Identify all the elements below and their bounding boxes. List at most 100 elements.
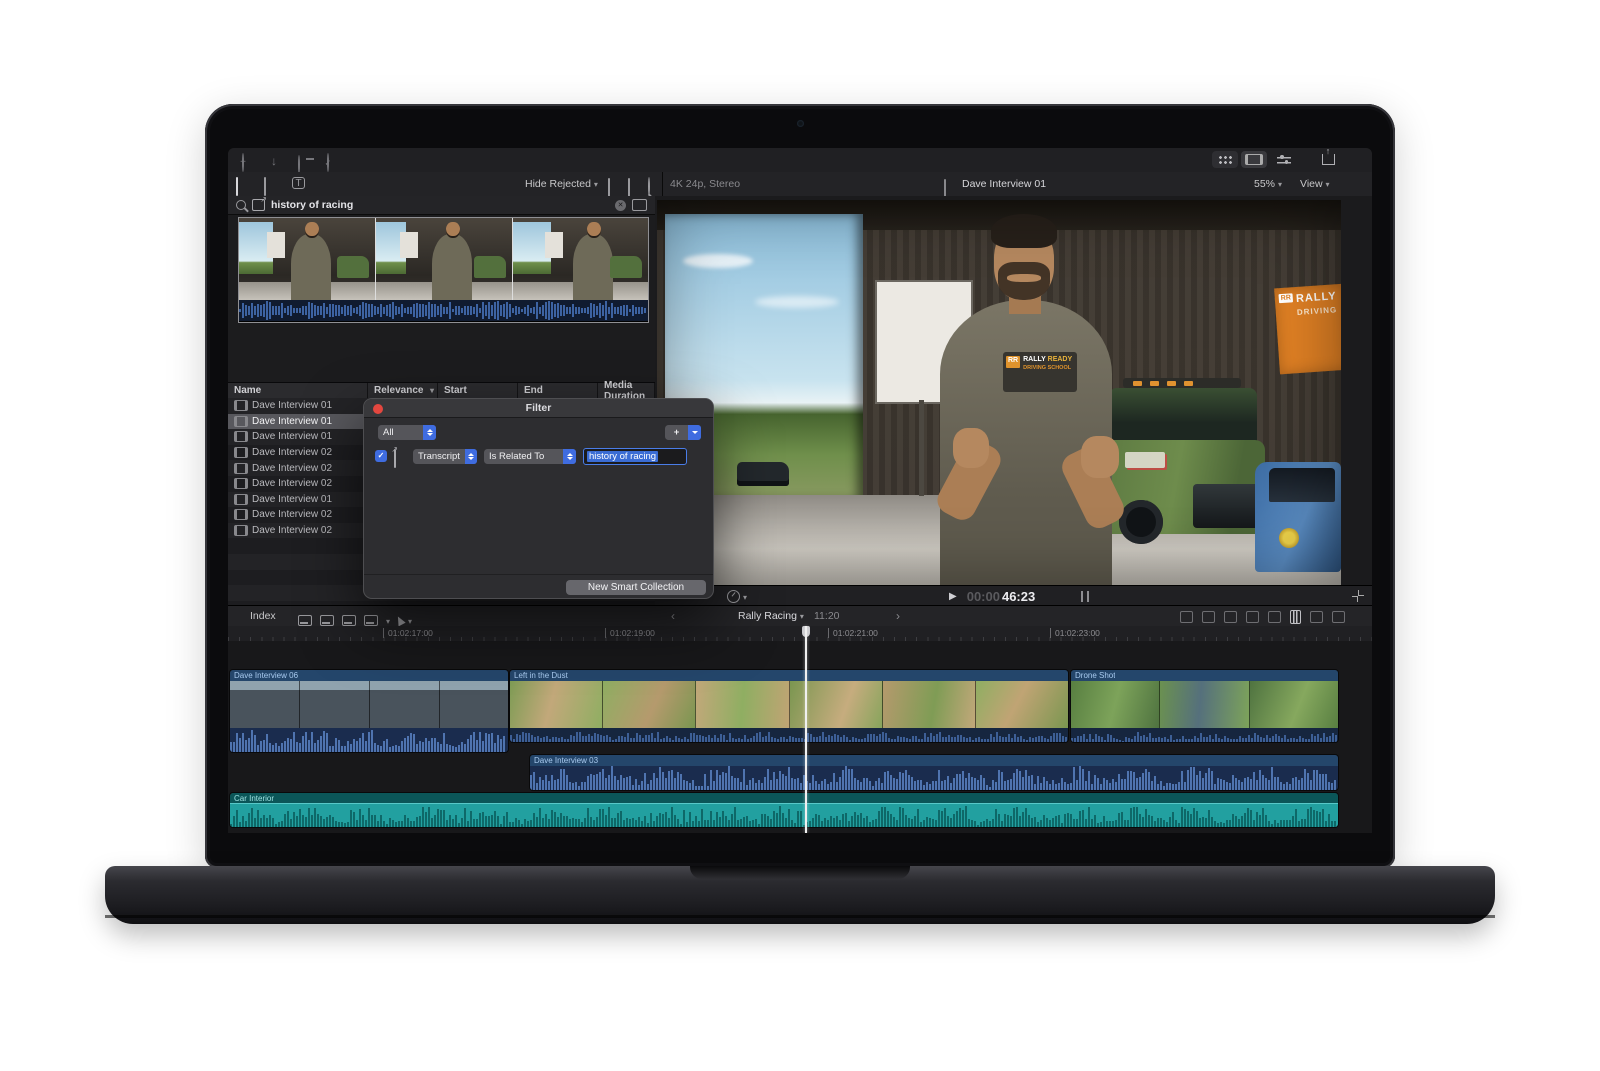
project-name-dropdown[interactable]: Rally Racing [738,610,804,622]
append-clip-icon[interactable] [342,615,356,626]
selected-text: history of racing [587,451,658,462]
timecode-prefix: 00:00 [967,589,1000,604]
laptop-base-lip [105,915,1495,918]
playhead[interactable] [802,626,810,833]
main-toolbar: T Hide Rejected 4K 24p, Stereo Dave Inte… [228,172,1372,197]
clip-waveform [1071,728,1338,742]
connect-clip-icon[interactable] [298,615,312,626]
webcam [797,120,804,127]
selected-clip-filmstrip[interactable] [238,217,649,323]
grid-icon [1218,155,1233,165]
play-button[interactable]: ▶ [949,591,957,602]
ruler-label: 01:02:19:00 [605,628,655,638]
column-start[interactable]: Start [438,383,518,398]
timeline-clip-car-interior[interactable]: Car Interior [230,793,1338,827]
list-header[interactable]: Name Relevance Start End Media Duration [228,382,655,399]
film-icon [234,509,248,520]
clip-appearance-icon[interactable] [628,179,630,197]
next-project-arrow[interactable]: › [896,609,900,623]
project-duration: 11:20 [814,610,840,622]
column-relevance[interactable]: Relevance [368,383,438,398]
dialog-title: Filter [526,402,552,414]
skimming-icon[interactable] [1268,611,1281,623]
frame-divider [512,218,513,300]
add-rule-button[interactable]: + [665,425,701,440]
clip-audio-waveform [239,300,648,321]
share-button[interactable] [1316,149,1340,166]
chevron-down-icon [800,610,804,622]
sidebar-titles-icon[interactable]: T [292,177,305,189]
column-end[interactable]: End [518,383,598,398]
chevron-down-icon [743,587,747,605]
desktop-canvas: ↓ T Hide Rejected 4K 24p, Stereo Dave In… [0,0,1600,1071]
index-button[interactable]: Index [250,610,276,622]
timeline-tracks: Dave Interview 06 Left in the Dust [228,641,1372,833]
chevron-down-icon [594,178,598,190]
dialog-titlebar[interactable]: Filter [364,399,713,418]
zoom-icon[interactable] [1224,611,1237,623]
timeline-settings-icon[interactable] [1332,611,1345,623]
ruler-label: 01:02:21:00 [828,628,878,638]
chevron-down-icon [1326,178,1330,190]
filmstrip-icon [1245,154,1263,165]
search-icon[interactable] [648,178,650,196]
clip-filmstrip [230,681,508,728]
clip-height-icon[interactable] [608,179,610,197]
sliders-icon [1277,155,1291,165]
ruler-label: 01:02:23:00 [1050,628,1100,638]
browser-search-field[interactable]: history of racing [228,196,655,215]
trim-icon[interactable] [1180,611,1193,623]
snapping-icon[interactable] [1246,611,1259,623]
rule-value-field[interactable]: history of racing [583,448,687,465]
popup-stepper-icon [563,449,576,464]
timeline-clip-drone-shot[interactable]: Drone Shot [1071,670,1338,742]
viewer-scrubber-marks[interactable] [1081,591,1089,602]
viewer-panel: RR RALLY DRIVING [655,196,1372,605]
clip-waveform [510,728,1068,742]
column-duration[interactable]: Media Duration [598,383,655,398]
insert-clip-icon[interactable] [320,615,334,626]
film-icon [234,447,248,458]
film-icon [234,478,248,489]
playhead-line [805,626,807,833]
sidebar-libraries-icon[interactable] [236,178,238,196]
timeline-clip-dave-interview-03[interactable]: Dave Interview 03 [530,755,1338,790]
column-name[interactable]: Name [228,383,368,398]
audio-meters-icon[interactable] [1290,610,1301,624]
filter-scope-popup[interactable]: All [378,425,436,440]
overwrite-clip-icon[interactable] [364,615,378,626]
view-dropdown[interactable]: View [1300,178,1330,190]
hide-rejected-dropdown[interactable]: Hide Rejected [525,178,598,190]
new-smart-collection-button[interactable]: New Smart Collection [566,580,706,595]
close-button[interactable] [373,404,383,414]
viewer-title: Dave Interview 01 [962,178,1046,190]
rule-condition-popup[interactable]: Is Related To [484,449,576,464]
zoom-level-dropdown[interactable]: 55% [1254,178,1282,190]
timeline-clip-left-in-the-dust[interactable]: Left in the Dust [510,670,1068,742]
sidebar-photos-audio-icon[interactable] [264,178,266,196]
check-circle-icon[interactable] [327,154,329,172]
retime-menu[interactable] [727,587,747,605]
popup-stepper-icon [423,425,436,440]
import-media-icon[interactable] [242,154,244,172]
rule-enabled-checkbox[interactable] [375,450,387,462]
window-titlebar: ↓ [228,148,1372,173]
laptop-base [105,866,1495,924]
timeline-ruler[interactable]: 01:02:17:00 01:02:19:00 01:02:21:00 01:0… [228,626,1372,642]
film-icon [234,416,248,427]
clip-appearance-icon[interactable] [1310,611,1323,623]
timeline-clip-dave-interview-06[interactable]: Dave Interview 06 [230,670,508,752]
rule-type-popup[interactable]: Transcript [413,449,477,464]
film-icon [234,400,248,411]
download-icon[interactable]: ↓ [271,152,277,170]
clear-search-icon[interactable] [615,200,626,211]
previous-project-arrow[interactable]: ‹ [671,609,675,623]
dialog-divider [364,574,713,575]
filmstrip-appearance-icon[interactable] [632,199,647,211]
browser-view-filmstrip-button[interactable] [1241,151,1267,168]
position-icon[interactable] [1202,611,1215,623]
browser-view-grid-button[interactable] [1212,151,1238,168]
chevron-down-icon [1278,178,1282,190]
filter-dialog: Filter All + Transcript Is Related To hi… [363,398,714,599]
adjust-button[interactable] [1272,151,1296,168]
